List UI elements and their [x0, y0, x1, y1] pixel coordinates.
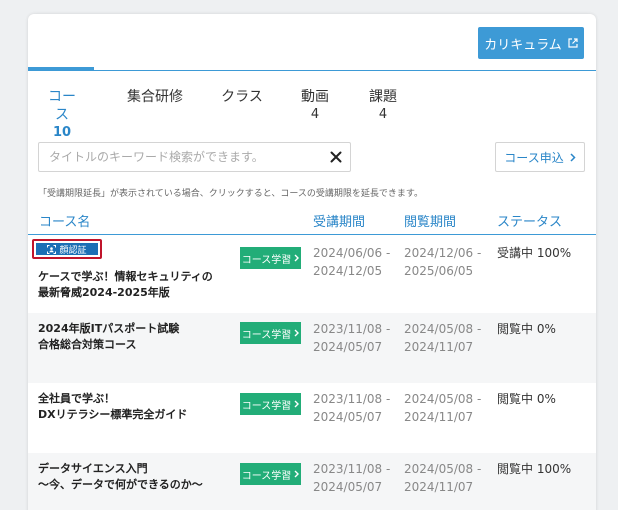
- tab-group-training[interactable]: 集合研修: [126, 88, 184, 128]
- course-name[interactable]: ケースで学ぶ！情報セキュリティの 最新脅威2024-2025年版: [38, 269, 228, 301]
- chevron-right-icon: [294, 400, 300, 408]
- tab-divider: [28, 70, 596, 71]
- curriculum-button[interactable]: カリキュラム: [478, 27, 584, 59]
- face-auth-label: 顔認証: [59, 245, 87, 256]
- search-box: [38, 142, 351, 172]
- view-period: 2024/05/08 - 2024/11/07: [404, 462, 482, 494]
- chevron-right-icon: [570, 152, 576, 162]
- chevron-right-icon: [294, 470, 300, 478]
- course-name[interactable]: 全社員で学ぶ！ DXリテラシー標準完全ガイド: [38, 391, 228, 423]
- tab-video[interactable]: 動画 4: [300, 88, 330, 128]
- status-text: 閲覧中 100%: [497, 462, 572, 476]
- header-status: ステータス: [497, 215, 563, 230]
- tab-course[interactable]: コース 10: [42, 88, 82, 140]
- tab-assignment-count: 4: [378, 107, 388, 122]
- curriculum-label: カリキュラム: [484, 37, 562, 53]
- course-study-button[interactable]: コース学習: [240, 322, 301, 344]
- tab-group-training-label: 集合研修: [127, 89, 183, 105]
- course-apply-label: コース申込: [504, 150, 564, 165]
- tab-course-label: コース: [48, 89, 76, 123]
- search-input[interactable]: [49, 143, 319, 171]
- chevron-right-icon: [294, 254, 300, 262]
- tab-assignment-label: 課題: [369, 89, 397, 105]
- status-text: 閲覧中 0%: [497, 322, 556, 336]
- course-study-button[interactable]: コース学習: [240, 247, 301, 269]
- face-scan-icon: [47, 244, 57, 254]
- tab-class-label: クラス: [221, 89, 263, 105]
- study-period: 2023/11/08 - 2024/05/07: [313, 392, 391, 424]
- study-period: 2024/06/06 - 2024/12/05: [313, 246, 391, 278]
- external-link-icon: [568, 38, 578, 48]
- table-row: データサイエンス入門 ～今、データで何ができるのか～ コース学習 2023/11…: [28, 453, 596, 510]
- header-view-period: 閲覧期間: [404, 215, 457, 230]
- face-auth-badge[interactable]: 顔認証: [32, 239, 102, 259]
- tab-course-count: 10: [52, 125, 72, 140]
- view-period: 2024/05/08 - 2024/11/07: [404, 322, 482, 354]
- close-icon[interactable]: [330, 151, 342, 163]
- course-study-button[interactable]: コース学習: [240, 463, 301, 485]
- course-panel: カリキュラム コース 10 集合研修 クラス 動画 4 課題 4 コース申込: [28, 14, 596, 510]
- extension-notice: 「受講期限延長」が表示されている場合、クリックすると、コースの受講期限を延長でき…: [38, 189, 424, 199]
- header-course-name: コース名: [39, 215, 91, 230]
- course-name[interactable]: 2024年版ITパスポート試験 合格総合対策コース: [38, 321, 228, 353]
- tab-class[interactable]: クラス: [220, 88, 264, 128]
- header-study-period: 受講期間: [313, 215, 366, 230]
- course-name[interactable]: データサイエンス入門 ～今、データで何ができるのか～: [38, 461, 228, 493]
- tab-assignment[interactable]: 課題 4: [368, 88, 398, 128]
- study-period: 2023/11/08 - 2024/05/07: [313, 322, 391, 354]
- course-study-button[interactable]: コース学習: [240, 393, 301, 415]
- view-period: 2024/05/08 - 2024/11/07: [404, 392, 482, 424]
- table-row: 全社員で学ぶ！ DXリテラシー標準完全ガイド コース学習 2023/11/08 …: [28, 383, 596, 453]
- study-period: 2023/11/08 - 2024/05/07: [313, 462, 391, 494]
- status-text: 閲覧中 0%: [497, 392, 556, 406]
- course-apply-button[interactable]: コース申込: [495, 142, 585, 172]
- chevron-right-icon: [294, 329, 300, 337]
- view-period: 2024/12/06 - 2025/06/05: [404, 246, 482, 278]
- table-row: 2024年版ITパスポート試験 合格総合対策コース コース学習 2023/11/…: [28, 313, 596, 383]
- tab-video-label: 動画: [301, 89, 329, 105]
- tab-video-count: 4: [310, 107, 320, 122]
- table-row: 顔認証 ケースで学ぶ！情報セキュリティの 最新脅威2024-2025年版 コース…: [28, 235, 596, 311]
- status-text: 受講中 100%: [497, 246, 572, 260]
